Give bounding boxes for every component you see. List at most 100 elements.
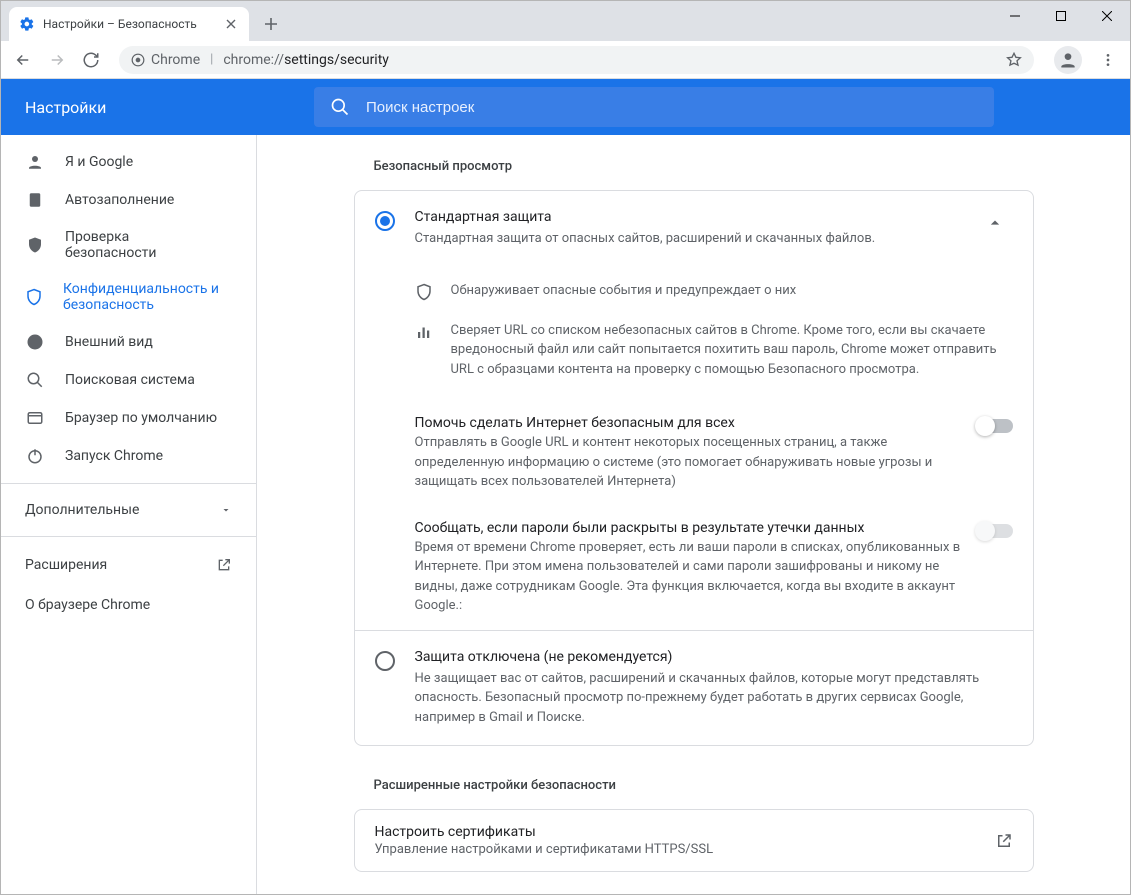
sidebar-item-autofill[interactable]: Автозаполнение xyxy=(1,181,248,219)
sidebar-item-on-startup[interactable]: Запуск Chrome xyxy=(1,437,248,475)
chevron-down-icon xyxy=(220,504,232,516)
forward-button[interactable] xyxy=(43,46,71,74)
detail-row: Обнаруживает опасные события и предупреж… xyxy=(415,271,1013,311)
option-no-protection[interactable]: Защита отключена (не рекомендуется) Не з… xyxy=(355,631,1033,746)
advanced-label: Дополнительные xyxy=(25,502,139,518)
settings-search[interactable] xyxy=(314,87,994,127)
off-title: Защита отключена (не рекомендуется) xyxy=(415,649,1013,665)
about-label: О браузере Chrome xyxy=(25,597,150,613)
minimize-button[interactable] xyxy=(992,1,1038,31)
advanced-card: Настроить сертификаты Управление настрой… xyxy=(354,809,1034,872)
radio-no-protection[interactable] xyxy=(375,651,395,671)
bars-icon xyxy=(415,321,435,380)
shield-icon xyxy=(415,281,435,301)
sidebar-extensions[interactable]: Расширения xyxy=(1,545,256,585)
sidebar-about[interactable]: О браузере Chrome xyxy=(1,585,256,625)
close-button[interactable] xyxy=(1084,1,1130,31)
tab-title: Настройки – Безопасность xyxy=(43,17,215,31)
shield-check-icon xyxy=(25,236,45,254)
bookmark-star-icon[interactable] xyxy=(1006,52,1022,68)
person-icon xyxy=(25,153,45,171)
section-safe-browsing-title: Безопасный просмотр xyxy=(354,135,1034,190)
collapse-button[interactable] xyxy=(977,209,1013,249)
external-link-icon xyxy=(995,832,1013,850)
omnibox[interactable]: Chrome | chrome://settings/security xyxy=(119,46,1034,74)
advanced-section-title: Расширенные настройки безопасности xyxy=(354,762,1034,809)
sidebar-item-you-and-google[interactable]: Я и Google xyxy=(1,143,248,181)
clipboard-icon xyxy=(25,191,45,209)
maximize-button[interactable] xyxy=(1038,1,1084,31)
standard-details: Обнаруживает опасные события и предупреж… xyxy=(355,267,1033,402)
toggle-sub: Время от времени Chrome проверяет, есть … xyxy=(415,538,961,616)
toggle-sub: Отправлять в Google URL и контент некото… xyxy=(415,433,961,492)
site-chip: Chrome xyxy=(131,52,200,68)
switch-password-leak[interactable] xyxy=(977,524,1013,538)
palette-icon xyxy=(25,333,45,351)
sidebar-item-privacy-security[interactable]: Конфиденциальность и безопасность xyxy=(1,271,248,323)
divider xyxy=(1,536,256,537)
divider xyxy=(1,483,256,484)
sidebar-item-appearance[interactable]: Внешний вид xyxy=(1,323,248,361)
close-icon[interactable] xyxy=(223,16,239,32)
standard-sub: Стандартная защита от опасных сайтов, ра… xyxy=(415,229,957,249)
standard-title: Стандартная защита xyxy=(415,209,957,225)
switch-help-improve[interactable] xyxy=(977,419,1013,433)
cert-sub: Управление настройками и сертификатами H… xyxy=(375,842,714,857)
detail-text: Сверяет URL со списком небезопасных сайт… xyxy=(451,321,1013,380)
sidebar-label: Конфиденциальность и безопасность xyxy=(63,281,224,313)
browser-toolbar: Chrome | chrome://settings/security xyxy=(1,41,1130,79)
profile-avatar[interactable] xyxy=(1054,46,1082,74)
sidebar: Я и Google Автозаполнение Проверка безоп… xyxy=(1,135,257,894)
toggle-title: Сообщать, если пароли были раскрыты в ре… xyxy=(415,520,961,536)
window-icon xyxy=(25,409,45,427)
safe-browsing-card: Стандартная защита Стандартная защита от… xyxy=(354,190,1034,746)
new-tab-button[interactable] xyxy=(257,10,285,38)
sidebar-label: Внешний вид xyxy=(65,334,153,350)
tabs-area: Настройки – Безопасность xyxy=(1,1,285,41)
site-chip-label: Chrome xyxy=(151,52,200,68)
settings-title: Настройки xyxy=(1,98,314,117)
main-inner: Безопасный просмотр Стандартная защита С… xyxy=(354,135,1034,854)
option-standard[interactable]: Стандартная защита Стандартная защита от… xyxy=(355,191,1033,267)
sidebar-label: Запуск Chrome xyxy=(65,448,163,464)
detail-row: Сверяет URL со списком небезопасных сайт… xyxy=(415,311,1013,390)
settings-search-input[interactable] xyxy=(366,99,978,116)
search-icon xyxy=(25,371,45,389)
cert-title: Настроить сертификаты xyxy=(375,824,714,840)
browser-tab[interactable]: Настройки – Безопасность xyxy=(9,7,249,41)
power-icon xyxy=(25,447,45,465)
search-icon xyxy=(330,97,350,117)
sidebar-label: Поисковая система xyxy=(65,372,195,388)
extensions-label: Расширения xyxy=(25,557,107,573)
content-area: Я и Google Автозаполнение Проверка безоп… xyxy=(1,135,1130,894)
window-controls xyxy=(992,1,1130,41)
window: Настройки – Безопасность Chrome | xyxy=(0,0,1131,895)
browser-menu-button[interactable] xyxy=(1094,46,1122,74)
manage-certificates-row[interactable]: Настроить сертификаты Управление настрой… xyxy=(355,810,1033,871)
external-link-icon xyxy=(216,557,232,573)
reload-button[interactable] xyxy=(77,46,105,74)
toggle-password-leak: Сообщать, если пароли были раскрыты в ре… xyxy=(355,506,1033,630)
toggle-title: Помочь сделать Интернет безопасным для в… xyxy=(415,415,961,431)
sidebar-advanced[interactable]: Дополнительные xyxy=(1,492,256,528)
shield-icon xyxy=(25,288,43,306)
sidebar-label: Браузер по умолчанию xyxy=(65,410,217,426)
back-button[interactable] xyxy=(9,46,37,74)
sidebar-item-default-browser[interactable]: Браузер по умолчанию xyxy=(1,399,248,437)
omnibox-url: chrome://settings/security xyxy=(223,52,389,68)
sidebar-label: Я и Google xyxy=(65,154,133,170)
sidebar-label: Автозаполнение xyxy=(65,192,174,208)
sidebar-item-safety-check[interactable]: Проверка безопасности xyxy=(1,219,248,271)
sidebar-label: Проверка безопасности xyxy=(65,229,224,261)
off-sub: Не защищает вас от сайтов, расширений и … xyxy=(415,669,1013,728)
gear-icon xyxy=(19,16,35,32)
option-body: Защита отключена (не рекомендуется) Не з… xyxy=(415,649,1013,728)
omnibox-separator: | xyxy=(210,52,213,67)
main-panel[interactable]: Безопасный просмотр Стандартная защита С… xyxy=(257,135,1130,894)
detail-text: Обнаруживает опасные события и предупреж… xyxy=(451,281,797,301)
toggle-help-improve: Помочь сделать Интернет безопасным для в… xyxy=(355,401,1033,506)
titlebar: Настройки – Безопасность xyxy=(1,1,1130,41)
sidebar-item-search-engine[interactable]: Поисковая система xyxy=(1,361,248,399)
settings-appbar: Настройки xyxy=(1,79,1130,135)
radio-standard[interactable] xyxy=(375,211,395,231)
